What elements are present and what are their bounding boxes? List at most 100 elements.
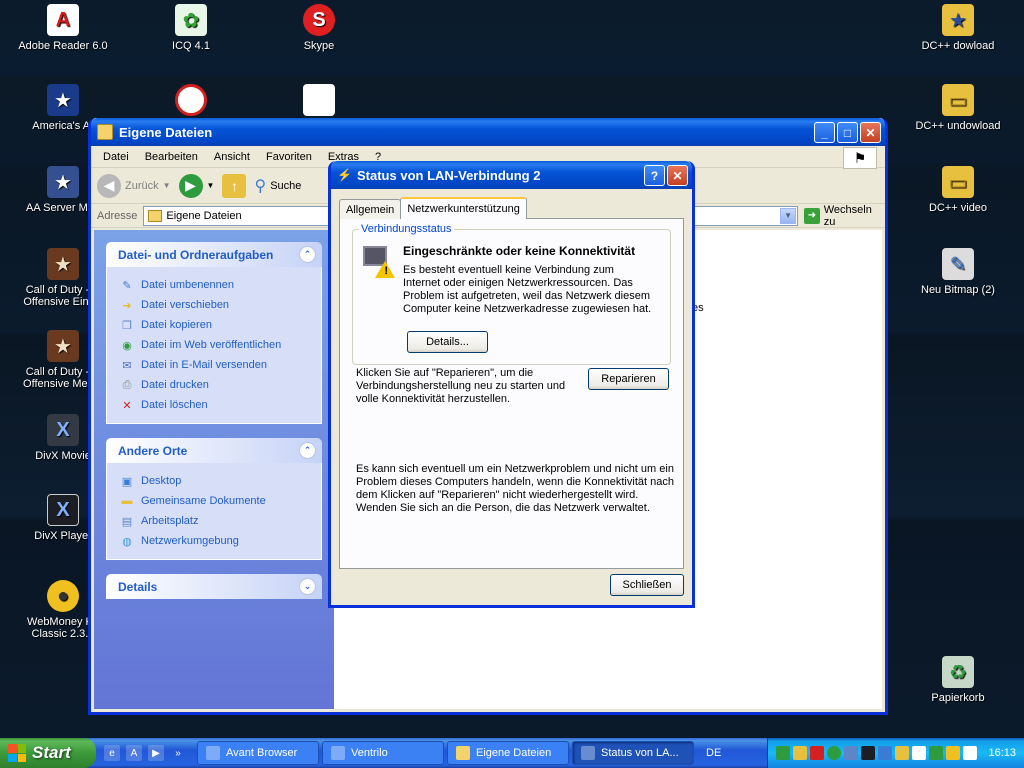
recycle-bin-icon: ♻ <box>942 656 974 688</box>
tray-icon[interactable] <box>912 746 927 760</box>
desktop-icon-icq[interactable]: ✿ ICQ 4.1 <box>143 4 239 52</box>
tray-icon[interactable] <box>793 746 808 760</box>
dialog-close-button[interactable]: ✕ <box>667 165 688 186</box>
task-move[interactable]: ➜ Datei verschieben <box>119 295 309 315</box>
tray-icon[interactable] <box>929 746 944 760</box>
minimize-button[interactable]: _ <box>814 122 835 143</box>
windows-flag-icon <box>8 744 26 762</box>
quick-launch-avant-icon[interactable]: A <box>126 745 142 761</box>
place-desktop[interactable]: ▣ Desktop <box>119 471 309 491</box>
close-dialog-button[interactable]: Schließen <box>610 574 684 596</box>
tray-icon[interactable] <box>827 746 842 760</box>
status-title: Eingeschränkte oder keine Konnektivität <box>403 244 636 258</box>
tray-icon[interactable] <box>946 746 961 760</box>
task-label: Datei im Web veröffentlichen <box>141 339 282 351</box>
repair-button[interactable]: Reparieren <box>588 368 669 390</box>
tray-icon[interactable] <box>810 746 825 760</box>
details-button[interactable]: Details... <box>407 331 488 353</box>
desktop-icon-label: DC++ video <box>928 202 988 214</box>
back-label: Zurück <box>125 179 159 192</box>
place-network[interactable]: ◍ Netzwerkumgebung <box>119 531 309 551</box>
quick-launch-ie-icon[interactable]: e <box>104 745 120 761</box>
help-button[interactable]: ? <box>644 165 665 186</box>
ventrilo-icon <box>331 746 345 760</box>
desktop-icon-skype[interactable]: S Skype <box>271 4 367 52</box>
tab-network-support[interactable]: Netzwerkunterstützung <box>400 197 527 219</box>
task-publish-web[interactable]: ◉ Datei im Web veröffentlichen <box>119 335 309 355</box>
desktop-icon-adobe-reader[interactable]: A Adobe Reader 6.0 <box>15 4 111 52</box>
clock[interactable]: 16:13 <box>988 747 1016 759</box>
file-tasks-title: Datei- und Ordneraufgaben <box>118 247 274 262</box>
copy-icon: ❐ <box>122 319 132 332</box>
expand-icon[interactable]: ⌄ <box>299 578 316 595</box>
desktop-icon-dcpp-download[interactable]: ★ DC++ dowload <box>910 4 1006 52</box>
tray-icon[interactable] <box>878 746 893 760</box>
task-label: Datei kopieren <box>141 319 212 331</box>
lan-status-dialog: ⚡ Status von LAN-Verbindung 2 ? ✕ Allgem… <box>328 161 695 608</box>
dialog-titlebar[interactable]: ⚡ Status von LAN-Verbindung 2 ? ✕ <box>331 161 692 189</box>
task-rename[interactable]: ✎ Datei umbenennen <box>119 275 309 295</box>
go-button[interactable]: ➜ Wechseln zu <box>804 204 885 228</box>
folder-icon: ▭ <box>942 84 974 116</box>
language-indicator[interactable]: DE <box>694 747 735 759</box>
printer-icon: ⎙ <box>122 378 132 391</box>
desktop-icon-dcpp-video[interactable]: ▭ DC++ video <box>910 166 1006 214</box>
tray-icon[interactable] <box>861 746 876 760</box>
menu-bearbeiten[interactable]: Bearbeiten <box>137 151 206 163</box>
task-copy[interactable]: ❐ Datei kopieren <box>119 315 309 335</box>
tab-general[interactable]: Allgemein <box>339 199 402 219</box>
tray-icon[interactable] <box>895 746 910 760</box>
menu-ansicht[interactable]: Ansicht <box>206 151 258 163</box>
place-shared-documents[interactable]: ▬ Gemeinsame Dokumente <box>119 491 309 511</box>
desktop-icon-neu-bitmap[interactable]: ✎ Neu Bitmap (2) <box>910 248 1006 296</box>
close-button[interactable]: ✕ <box>860 122 881 143</box>
tray-icon[interactable] <box>963 746 978 760</box>
folder-up-button[interactable]: ↑ <box>222 173 247 198</box>
task-label: Ventrilo <box>351 747 388 759</box>
desktop-icon-bw-app[interactable] <box>271 84 367 120</box>
task-label: Datei drucken <box>141 379 209 391</box>
task-avant-browser[interactable]: Avant Browser <box>197 741 319 765</box>
task-ventrilo[interactable]: Ventrilo <box>322 741 444 765</box>
collapse-icon[interactable]: ⌃ <box>299 442 316 459</box>
task-lan-status[interactable]: Status von LA... <box>572 741 694 765</box>
taskbar: Start e A ▶ » Avant Browser Ventrilo Eig… <box>0 738 1024 768</box>
collapse-icon[interactable]: ⌃ <box>299 246 316 263</box>
maximize-button[interactable]: □ <box>837 122 858 143</box>
desktop-icon-label: Neu Bitmap (2) <box>921 284 995 296</box>
menu-datei[interactable]: Datei <box>95 151 137 163</box>
task-email[interactable]: ✉ Datei in E-Mail versenden <box>119 355 309 375</box>
adobe-reader-icon: A <box>47 4 79 36</box>
details-header[interactable]: Details ⌄ <box>106 574 322 599</box>
tab-panel: Verbindungsstatus ! Eingeschränkte oder … <box>339 218 684 569</box>
start-label: Start <box>32 743 71 762</box>
desktop-icon-dcpp-undownload[interactable]: ▭ DC++ undowload <box>910 84 1006 132</box>
details-title: Details <box>118 579 158 594</box>
quick-launch-media-icon[interactable]: ▶ <box>148 745 164 761</box>
forward-button[interactable]: ▶ ▼ <box>178 173 215 198</box>
call-of-duty-icon: ★ <box>47 330 79 362</box>
task-print[interactable]: ⎙ Datei drucken <box>119 375 309 395</box>
back-button[interactable]: ◀ Zurück ▼ <box>97 173 171 198</box>
explorer-titlebar[interactable]: Eigene Dateien _ □ ✕ <box>91 118 885 146</box>
place-my-computer[interactable]: ▤ Arbeitsplatz <box>119 511 309 531</box>
divx-icon: X <box>47 494 79 526</box>
tray-icon[interactable] <box>844 746 859 760</box>
task-label: Datei in E-Mail versenden <box>141 359 267 371</box>
address-dropdown-button[interactable]: ▼ <box>780 207 797 224</box>
search-button[interactable]: ⚲ Suche <box>254 176 301 196</box>
task-delete[interactable]: ✕ Datei löschen <box>119 395 309 415</box>
other-places-header[interactable]: Andere Orte ⌃ <box>106 438 322 463</box>
desktop-icon-recycle-bin[interactable]: ♻ Papierkorb <box>910 656 1006 704</box>
file-tasks-header[interactable]: Datei- und Ordneraufgaben ⌃ <box>106 242 322 267</box>
chevron-down-icon: ▼ <box>206 181 215 190</box>
start-button[interactable]: Start <box>0 738 96 768</box>
quick-launch-more-icon[interactable]: » <box>170 745 186 761</box>
task-pane: Datei- und Ordneraufgaben ⌃ ✎ Datei umben… <box>94 230 334 709</box>
task-label: Datei löschen <box>141 399 208 411</box>
menu-favoriten[interactable]: Favoriten <box>258 151 320 163</box>
tray-icon[interactable] <box>776 746 791 760</box>
task-eigene-dateien[interactable]: Eigene Dateien <box>447 741 569 765</box>
desktop-icon-label: Adobe Reader 6.0 <box>18 40 108 52</box>
desktop-icon-red-app[interactable] <box>143 84 239 120</box>
